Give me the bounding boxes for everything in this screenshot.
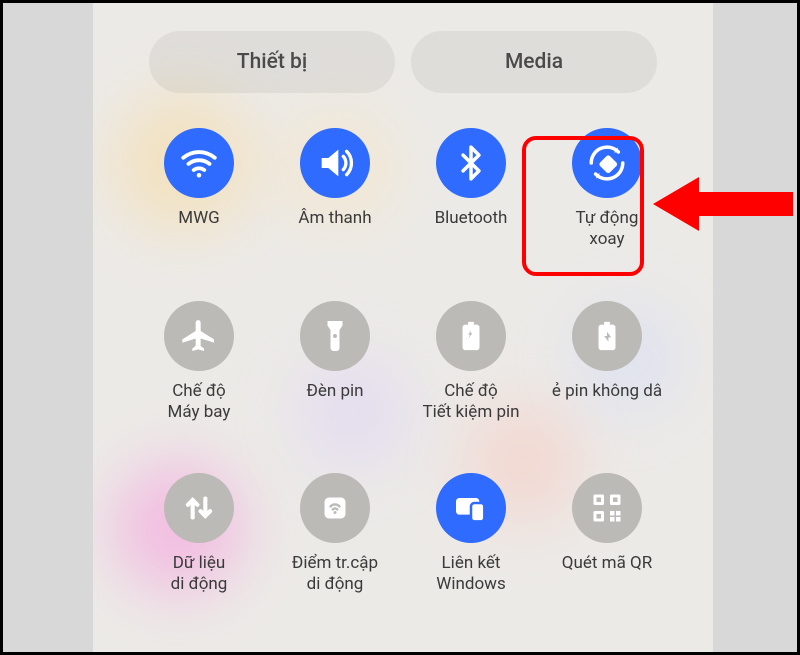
tile-mobile-hotspot[interactable]: Điểm tr.cập di động	[267, 473, 403, 596]
screenshot-frame: Thiết bị Media MWG	[0, 0, 800, 655]
link-windows-icon	[436, 473, 506, 543]
tile-auto-rotate[interactable]: Tự động xoay	[539, 128, 675, 251]
tile-label: MWG	[178, 208, 220, 229]
tile-power-saving[interactable]: Chế độ Tiết kiệm pin	[403, 301, 539, 424]
tile-wifi[interactable]: MWG	[131, 128, 267, 251]
tile-label: Liên kết Windows	[436, 553, 505, 596]
tile-label: ẻ pin không dâ	[552, 381, 662, 402]
wifi-icon	[164, 128, 234, 198]
tab-devices[interactable]: Thiết bị	[149, 31, 395, 93]
quick-settings-grid: MWG Âm thanh	[131, 128, 675, 596]
tile-label: Bluetooth	[435, 208, 508, 229]
tile-label: Đèn pin	[306, 381, 363, 402]
bluetooth-icon	[436, 128, 506, 198]
tile-label: Điểm tr.cập di động	[292, 553, 378, 596]
tile-wireless-power-share[interactable]: ẻ pin không dâ	[539, 301, 675, 424]
flashlight-icon	[300, 301, 370, 371]
airplane-icon	[164, 301, 234, 371]
tile-bluetooth[interactable]: Bluetooth	[403, 128, 539, 251]
hotspot-icon	[300, 473, 370, 543]
tile-link-to-windows[interactable]: Liên kết Windows	[403, 473, 539, 596]
tile-label: Âm thanh	[298, 208, 371, 229]
battery-recycle-icon	[436, 301, 506, 371]
qr-icon	[572, 473, 642, 543]
tile-mobile-data[interactable]: Dữ liệu di động	[131, 473, 267, 596]
tile-scan-qr[interactable]: Quét mã QR	[539, 473, 675, 596]
battery-share-icon	[572, 301, 642, 371]
auto-rotate-icon	[572, 128, 642, 198]
phone-screen: Thiết bị Media MWG	[93, 3, 713, 652]
quick-settings-panel: Thiết bị Media MWG	[93, 3, 713, 652]
tab-media[interactable]: Media	[411, 31, 657, 93]
mobile-data-icon	[164, 473, 234, 543]
tile-label: Dữ liệu di động	[171, 553, 228, 596]
tile-label: Quét mã QR	[562, 553, 652, 574]
tile-sound[interactable]: Âm thanh	[267, 128, 403, 251]
tile-label: Tự động xoay	[576, 208, 639, 251]
tile-label: Chế độ Tiết kiệm pin	[422, 381, 519, 424]
volume-icon	[300, 128, 370, 198]
tile-flashlight[interactable]: Đèn pin	[267, 301, 403, 424]
tile-label: Chế độ Máy bay	[168, 381, 231, 424]
tile-airplane-mode[interactable]: Chế độ Máy bay	[131, 301, 267, 424]
